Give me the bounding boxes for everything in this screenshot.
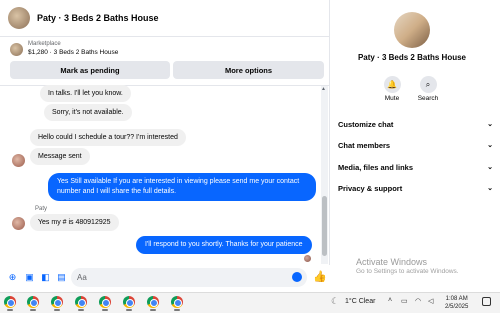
- network-icon[interactable]: ▭: [401, 297, 408, 305]
- scrollbar-thumb[interactable]: [322, 196, 327, 256]
- message-bubble-in: Hello could I schedule a tour?? I'm inte…: [30, 129, 186, 146]
- message-bubble-out: I'll respond to you shortly. Thanks for …: [136, 236, 312, 254]
- chrome-taskbar-icon[interactable]: [51, 296, 63, 308]
- taskbar-running-indicator: [7, 309, 13, 311]
- contact-avatar-small: [12, 154, 25, 167]
- info-panel-title: Paty · 3 Beds 2 Baths House: [357, 53, 467, 62]
- chat-title[interactable]: Paty · 3 Beds 2 Baths House: [37, 13, 159, 23]
- chevron-down-icon: ⌄: [487, 121, 493, 128]
- chevron-down-icon: ⌄: [487, 142, 493, 149]
- chrome-taskbar-icon[interactable]: [171, 296, 183, 308]
- chat-header: Paty · 3 Beds 2 Baths House: [0, 0, 330, 37]
- chrome-taskbar-icon[interactable]: [4, 296, 16, 308]
- message-input[interactable]: Aa: [71, 268, 307, 287]
- message-bubble-in: Yes my # is 480912925: [30, 214, 119, 231]
- message-bubble-in: Sorry, it's not available.: [44, 104, 132, 121]
- section-privacy-support[interactable]: Privacy & support ⌄: [338, 184, 493, 193]
- gif-icon[interactable]: ▤: [56, 272, 67, 283]
- section-media-files-links[interactable]: Media, files and links ⌄: [338, 163, 493, 172]
- chrome-taskbar-icon[interactable]: [123, 296, 135, 308]
- search-icon: ⌕: [419, 76, 437, 93]
- contact-avatar[interactable]: [8, 7, 30, 29]
- image-icon[interactable]: ▣: [24, 272, 35, 283]
- taskbar-running-indicator: [78, 309, 84, 311]
- plus-icon[interactable]: ⊕: [7, 272, 18, 283]
- chevron-up-icon[interactable]: ˄: [388, 297, 392, 304]
- chrome-taskbar-icon[interactable]: [75, 296, 87, 308]
- chevron-down-icon: ⌄: [487, 164, 493, 171]
- emoji-icon[interactable]: [292, 272, 302, 282]
- activate-windows-subtitle: Go to Settings to activate Windows.: [356, 268, 459, 275]
- system-clock[interactable]: 1:08 AM 2/5/2025: [445, 295, 468, 311]
- clock-time: 1:08 AM: [445, 296, 468, 302]
- section-label: Privacy & support: [338, 184, 403, 193]
- message-bubble-in: In talks. I'll let you know.: [40, 85, 131, 102]
- listing-thumbnail: [10, 43, 23, 56]
- message-bubble-in: Message sent: [30, 148, 90, 165]
- chevron-down-icon: ⌄: [487, 185, 493, 192]
- section-label: Customize chat: [338, 120, 394, 129]
- search-label: Search: [417, 95, 439, 102]
- section-customize-chat[interactable]: Customize chat ⌄: [338, 120, 493, 129]
- sender-name: Paty: [35, 206, 48, 212]
- taskbar-running-indicator: [102, 309, 108, 311]
- chrome-taskbar-icon[interactable]: [27, 296, 39, 308]
- mute-button[interactable]: 🔔 Mute: [377, 76, 407, 102]
- listing-avatar: [394, 12, 430, 48]
- taskbar-running-indicator: [30, 309, 36, 311]
- chrome-taskbar-icon[interactable]: [99, 296, 111, 308]
- weather-readout[interactable]: 1°C Clear: [345, 298, 375, 305]
- contact-avatar-small: [12, 217, 25, 230]
- message-input-placeholder: Aa: [77, 273, 87, 282]
- section-chat-members[interactable]: Chat members ⌄: [338, 141, 493, 150]
- bell-icon: 🔔: [383, 76, 401, 93]
- message-bubble-out: Yes Still available If you are intereste…: [48, 173, 316, 201]
- sticker-icon[interactable]: ◧: [40, 272, 51, 283]
- taskbar-running-indicator: [150, 309, 156, 311]
- volume-icon[interactable]: ◁: [428, 297, 433, 305]
- notification-icon[interactable]: [482, 297, 491, 306]
- clock-date: 2/5/2025: [445, 304, 469, 310]
- section-label: Media, files and links: [338, 163, 414, 172]
- mark-as-pending-button[interactable]: Mark as pending: [10, 61, 170, 79]
- wifi-icon[interactable]: ◠: [415, 297, 421, 305]
- search-button[interactable]: ⌕ Search: [413, 76, 443, 102]
- more-options-button[interactable]: More options: [173, 61, 324, 79]
- taskbar-running-indicator: [54, 309, 60, 311]
- moon-icon[interactable]: ☾: [331, 296, 339, 307]
- chrome-taskbar-icon[interactable]: [147, 296, 159, 308]
- scroll-up-arrow-icon[interactable]: ▲: [321, 86, 326, 92]
- listing-title[interactable]: $1,280 · 3 Beds 2 Baths House: [28, 49, 118, 56]
- mute-label: Mute: [384, 95, 400, 102]
- taskbar-running-indicator: [126, 309, 132, 311]
- thumbs-up-icon[interactable]: 👍: [313, 270, 327, 283]
- activate-windows-title: Activate Windows: [356, 257, 428, 267]
- seen-indicator-avatar: [304, 255, 311, 262]
- marketplace-label: Marketplace: [28, 41, 61, 47]
- marketplace-banner: Marketplace $1,280 · 3 Beds 2 Baths Hous…: [0, 37, 330, 86]
- taskbar-running-indicator: [174, 309, 180, 311]
- section-label: Chat members: [338, 141, 391, 150]
